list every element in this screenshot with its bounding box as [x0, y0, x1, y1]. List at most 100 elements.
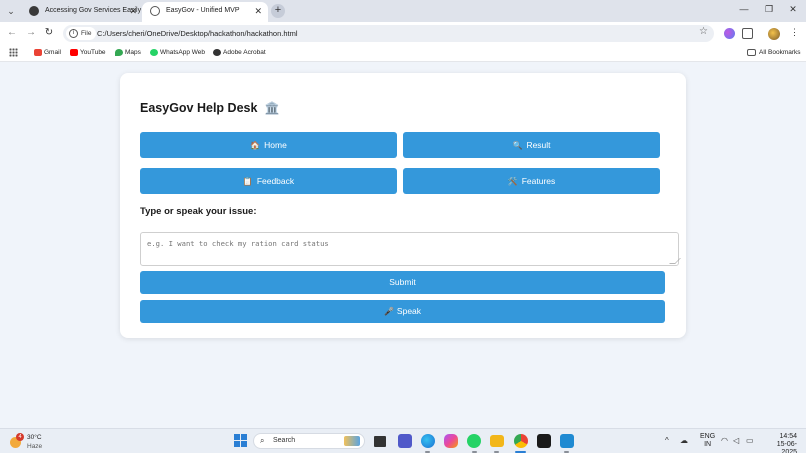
magnifier-icon: 🔍 [512, 141, 523, 150]
help-desk-card: EasyGov Help Desk 🏛️ 🏠 Home 🔍 Result 📋 Feed… [120, 73, 686, 338]
submit-button[interactable]: Submit [140, 271, 665, 294]
features-label: Features [521, 176, 556, 186]
minimize-button[interactable]: — [737, 4, 751, 14]
address-bar[interactable]: i File C:/Users/cheri/OneDrive/Desktop/h… [63, 25, 714, 42]
browser-menu-icon[interactable]: ⋮ [790, 27, 799, 38]
tab-close-icon[interactable]: ✕ [129, 2, 137, 20]
copilot-app-icon[interactable] [444, 434, 458, 448]
bookmark-label: YouTube [80, 49, 106, 56]
speak-label: Speak [396, 306, 422, 316]
youtube-icon [70, 49, 78, 56]
tab-favicon-icon [29, 6, 39, 16]
close-window-button[interactable]: ✕ [786, 4, 800, 15]
tab-close-icon[interactable]: ✕ [254, 2, 262, 20]
folder-icon [747, 49, 756, 56]
tools-icon: 🛠️ [507, 177, 518, 186]
onedrive-cloud-icon[interactable]: ☁ [680, 436, 688, 445]
temperature: 30°C [27, 434, 42, 441]
new-tab-button[interactable]: + [271, 4, 285, 18]
site-info-chip[interactable]: i File [66, 27, 97, 40]
tab-search-chevron-icon[interactable]: ⌄ [5, 5, 17, 17]
result-label: Result [526, 140, 551, 150]
bank-building-icon: 🏛️ [264, 101, 280, 115]
extensions-icon[interactable] [742, 28, 753, 39]
task-view-icon[interactable] [374, 436, 386, 447]
weather-widget[interactable]: 4 30°C Haze [10, 433, 70, 451]
feedback-button[interactable]: 📋 Feedback [140, 168, 397, 194]
battery-icon[interactable]: ▭ [746, 436, 754, 445]
language-line1: ENG [700, 433, 716, 440]
bookmark-label: Adobe Acrobat [223, 49, 266, 56]
features-button[interactable]: 🛠️ Features [403, 168, 660, 194]
profile-avatar[interactable] [768, 28, 780, 40]
home-label: Home [264, 140, 287, 150]
volume-icon[interactable]: ◁ [733, 436, 739, 445]
feedback-label: Feedback [256, 176, 295, 186]
bookmark-label: Gmail [44, 49, 61, 56]
tab-title: EasyGov - Unified MVP [166, 7, 240, 14]
vscode-icon[interactable] [560, 434, 574, 448]
clock-time: 14:54 [779, 433, 797, 440]
search-icon: ⌕ [260, 436, 265, 445]
browser-toolbar: ← → ↻ i File C:/Users/cheri/OneDrive/Des… [0, 22, 806, 44]
maps-pin-icon [115, 49, 123, 56]
bookmark-whatsapp[interactable]: WhatsApp Web [150, 44, 205, 61]
forward-button[interactable]: → [25, 27, 37, 39]
back-button[interactable]: ← [6, 27, 18, 39]
page-title-text: EasyGov Help Desk [140, 101, 258, 115]
taskbar-search[interactable]: ⌕ Search [253, 433, 365, 449]
issue-input[interactable] [140, 232, 679, 266]
reload-button[interactable]: ↻ [43, 27, 55, 39]
chrome-icon[interactable] [514, 434, 528, 448]
whatsapp-icon [150, 49, 158, 56]
result-button[interactable]: 🔍 Result [403, 132, 660, 158]
language-indicator[interactable]: ENG IN [700, 433, 715, 449]
edge-icon[interactable] [421, 434, 435, 448]
scheme-label: File [81, 30, 92, 37]
bookmark-label: Maps [125, 49, 141, 56]
bookmark-gmail[interactable]: Gmail [34, 44, 61, 61]
taskbar: 4 30°C Haze ⌕ Search ^ ☁ ENG IN ◠ ◁ ▭ 14… [0, 428, 806, 453]
bookmark-adobe-acrobat[interactable]: Adobe Acrobat [213, 44, 266, 61]
copilot-icon[interactable] [724, 28, 735, 39]
info-icon: i [69, 29, 78, 38]
notification-badge: 4 [16, 433, 24, 441]
language-line2: IN [704, 441, 712, 448]
teams-icon[interactable] [398, 434, 412, 448]
gmail-icon [34, 49, 42, 56]
url-text[interactable]: C:/Users/cheri/OneDrive/Desktop/hackatho… [97, 25, 298, 42]
speak-button[interactable]: 🎤 Speak [140, 300, 665, 323]
bookmark-maps[interactable]: Maps [115, 44, 141, 61]
clipboard-icon: 📋 [242, 177, 253, 186]
bookmark-youtube[interactable]: YouTube [70, 44, 106, 61]
start-windows-icon[interactable] [234, 434, 247, 447]
tab-strip: ⌄ Accessing Gov Services Easily ✕ EasyGo… [0, 0, 806, 22]
tab-accessing-gov-services[interactable]: Accessing Gov Services Easily ✕ [21, 2, 143, 22]
file-explorer-icon[interactable] [490, 435, 504, 447]
clock-date: 15-06-2025 [776, 441, 797, 453]
apps-grid-icon[interactable] [9, 48, 18, 57]
wifi-icon[interactable]: ◠ [721, 436, 728, 445]
bookmarks-bar: Gmail YouTube Maps WhatsApp Web Adobe Ac… [0, 44, 806, 62]
terminal-icon[interactable] [537, 434, 551, 448]
home-button[interactable]: 🏠 Home [140, 132, 397, 158]
whatsapp-app-icon[interactable] [467, 434, 481, 448]
all-bookmarks-label: All Bookmarks [759, 49, 801, 56]
globe-icon [213, 49, 221, 56]
microphone-icon: 🎤 [383, 307, 394, 316]
search-highlight-icon [344, 436, 360, 446]
page-title: EasyGov Help Desk 🏛️ [140, 101, 280, 115]
tab-easygov[interactable]: EasyGov - Unified MVP ✕ [142, 2, 268, 22]
tray-chevron-icon[interactable]: ^ [665, 436, 669, 445]
restore-button[interactable]: ❐ [762, 4, 776, 15]
search-label: Search [273, 437, 296, 444]
home-icon: 🏠 [250, 141, 261, 150]
issue-prompt: Type or speak your issue: [140, 206, 257, 217]
tab-globe-icon [150, 6, 160, 16]
bookmark-star-icon[interactable]: ☆ [699, 26, 708, 37]
clock[interactable]: 14:54 15-06-2025 [763, 433, 797, 453]
all-bookmarks[interactable]: All Bookmarks [747, 44, 801, 61]
tab-title: Accessing Gov Services Easily [45, 7, 142, 14]
weather-condition: Haze [27, 443, 43, 450]
bookmark-label: WhatsApp Web [160, 49, 206, 56]
